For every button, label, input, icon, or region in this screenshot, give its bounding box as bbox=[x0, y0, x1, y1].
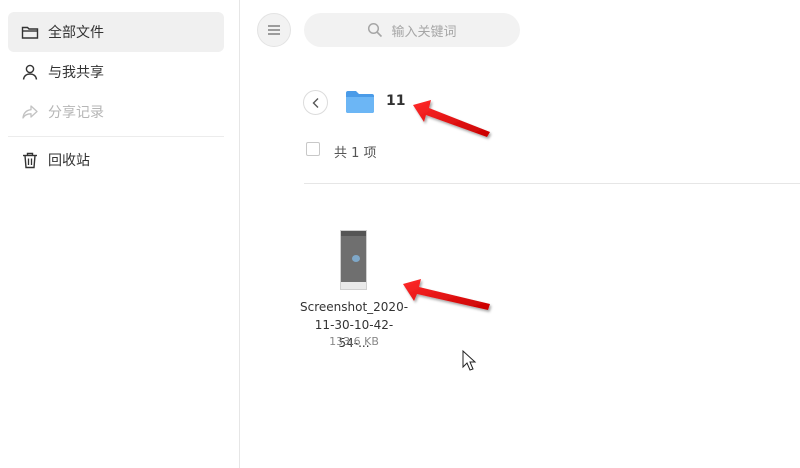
sidebar-item-label: 与我共享 bbox=[48, 65, 104, 81]
file-thumbnail bbox=[340, 230, 367, 290]
search-input[interactable]: 输入关键词 bbox=[304, 13, 520, 47]
item-count: 共 1 项 bbox=[334, 146, 377, 161]
annotation-arrow-icon bbox=[403, 279, 490, 310]
search-placeholder: 输入关键词 bbox=[391, 24, 457, 40]
annotation-arrow-icon bbox=[413, 100, 490, 137]
select-all-checkbox[interactable] bbox=[306, 142, 320, 156]
file-size: 133.6 KB bbox=[329, 335, 379, 348]
sidebar-item-label: 全部文件 bbox=[48, 25, 104, 41]
hamburger-icon bbox=[267, 24, 281, 36]
search-icon bbox=[367, 22, 383, 38]
sidebar-item-all-files[interactable]: 全部文件 bbox=[8, 12, 224, 52]
share-icon bbox=[21, 103, 39, 121]
sidebar-item-label: 回收站 bbox=[48, 153, 90, 169]
sidebar-item-shared-with-me[interactable]: 与我共享 bbox=[8, 52, 224, 92]
file-item[interactable]: Screenshot_2020- 11-30-10-42-54-... 133.… bbox=[300, 222, 408, 354]
chevron-left-icon bbox=[311, 97, 321, 109]
menu-button[interactable] bbox=[257, 13, 291, 47]
content-divider bbox=[304, 183, 800, 184]
sidebar-item-label: 分享记录 bbox=[48, 105, 104, 121]
sidebar-item-recycle-bin[interactable]: 回收站 bbox=[8, 140, 224, 180]
back-button[interactable] bbox=[303, 90, 328, 115]
sidebar: 全部文件 与我共享 分享记录 回收站 bbox=[0, 0, 240, 468]
folder-title: 11 bbox=[386, 93, 406, 109]
sidebar-item-share-history[interactable]: 分享记录 bbox=[8, 92, 224, 132]
mouse-cursor-icon bbox=[462, 349, 477, 371]
trash-icon bbox=[21, 151, 39, 169]
app-window: 全部文件 与我共享 分享记录 回收站 输入关键词 11 共 1 项 Screen… bbox=[0, 0, 800, 468]
folder-icon bbox=[345, 90, 375, 114]
folder-icon bbox=[21, 23, 39, 41]
user-icon bbox=[21, 63, 39, 81]
sidebar-divider bbox=[8, 136, 224, 137]
